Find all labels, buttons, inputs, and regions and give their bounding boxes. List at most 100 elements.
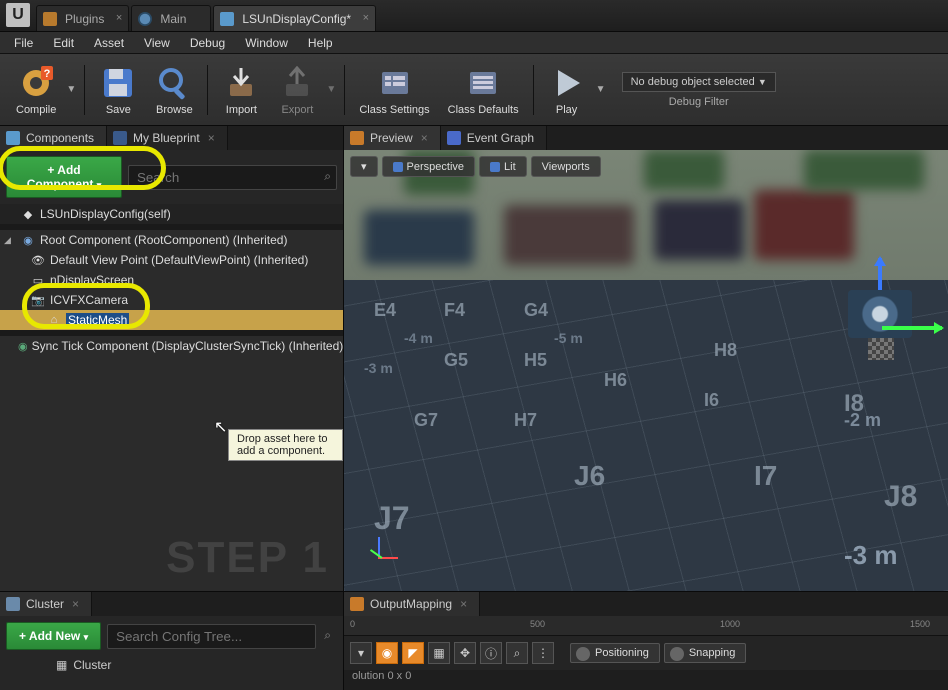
tree-ndisplay-screen[interactable]: ▭nDisplayScreen [0,270,343,290]
more-button[interactable]: ⋮ [532,642,554,664]
browse-button[interactable]: Browse [147,60,201,120]
tree-default-view[interactable]: 👁Default View Point (DefaultViewPoint) (… [0,250,343,270]
debug-object-selector[interactable]: No debug object selected ▼ [622,72,776,92]
gear-question-icon: ? [17,64,55,102]
add-new-button[interactable]: + Add New ▾ [6,622,101,650]
export-icon [278,64,316,102]
output-mapping-panel: OutputMapping× 0 500 1000 1500 ▾ ◉ ◤ ▦ ✥… [344,592,948,690]
tab-preview[interactable]: Preview× [344,126,441,150]
chevron-down-icon: ▾ [361,160,367,173]
tool-label: Class Defaults [448,104,519,116]
viewport-3d[interactable]: E4 F4 G4 H5 G5 H6 I6 J6 G7 H7 I7 J7 H8 I… [344,150,948,591]
close-icon[interactable]: × [363,12,369,24]
menu-asset[interactable]: Asset [86,33,132,53]
chevron-down-icon[interactable]: ▼ [596,84,608,95]
left-panel: Components My Blueprint × + Add Componen… [0,126,344,591]
cluster-panel: Cluster× + Add New ▾ ⌕ ▦Cluster [0,592,344,690]
chevron-down-icon: ▾ [97,180,102,190]
toolbar-separator [344,65,345,115]
cube-icon [393,162,403,172]
tree-icvfx-camera[interactable]: 📷ICVFXCamera [0,290,343,310]
tab-components[interactable]: Components [0,126,107,150]
viewport-camera-gizmo[interactable] [840,280,920,360]
tool-label: Class Settings [359,104,429,116]
preview-icon [350,131,364,145]
save-button[interactable]: Save [91,60,145,120]
export-button[interactable]: Export [270,60,324,120]
sphere-icon [490,162,500,172]
tab-my-blueprint[interactable]: My Blueprint × [107,126,228,150]
class-settings-button[interactable]: Class Settings [351,60,437,120]
menu-edit[interactable]: Edit [45,33,82,53]
chevron-down-icon: ▾ [84,632,89,642]
tab-event-graph[interactable]: Event Graph [441,126,547,150]
close-icon[interactable]: × [460,597,467,611]
tree-sync-tick[interactable]: ◉Sync Tick Component (DisplayClusterSync… [0,336,343,356]
graph-icon [447,131,461,145]
axis-z-arrow[interactable] [878,258,882,294]
snapping-button[interactable]: Snapping [664,643,747,663]
tab-plugins[interactable]: Plugins × [36,5,129,31]
viewport-panel: Preview× Event Graph E4 F4 G4 H5 [344,126,948,591]
step-annotation: STEP 1 [166,533,329,583]
viewports-button[interactable]: Viewports [531,156,601,177]
viewport-menu-button[interactable]: ▾ [350,156,378,177]
chevron-down-icon[interactable]: ▼ [326,84,338,95]
positioning-button[interactable]: Positioning [570,643,660,663]
expand-icon[interactable]: ◢ [4,235,16,246]
menu-help[interactable]: Help [300,33,341,53]
class-defaults-button[interactable]: Class Defaults [440,60,527,120]
tool-label: Import [226,104,257,116]
mesh-icon: ⌂ [46,313,62,327]
svg-text:?: ? [44,68,51,80]
perspective-button[interactable]: Perspective [382,156,475,177]
menu-window[interactable]: Window [237,33,296,53]
viewport-tab-row: Preview× Event Graph [344,126,948,150]
actor-icon: ◆ [20,207,36,221]
add-component-button[interactable]: + Add Component ▾ [6,156,122,198]
tab-cluster[interactable]: Cluster× [0,592,92,616]
tool-label: Browse [156,104,193,116]
titlebar: U Plugins × Main LSUnDisplayConfig* × [0,0,948,32]
world-icon [138,12,152,26]
tree-root-component[interactable]: ◢◉Root Component (RootComponent) (Inheri… [0,230,343,250]
play-button[interactable]: Play [540,60,594,120]
cluster-item[interactable]: ▦Cluster [0,656,343,674]
components-tree[interactable]: ◆LSUnDisplayConfig(self) ◢◉Root Componen… [0,204,343,591]
compile-button[interactable]: ? Compile [8,60,64,120]
chevron-down-icon[interactable]: ▼ [66,84,78,95]
lit-mode-button[interactable]: Lit [479,156,527,177]
zoom-button[interactable]: ◉ [376,642,398,664]
close-icon[interactable]: × [421,131,428,145]
tool-label: Compile [16,104,56,116]
axis-x-arrow[interactable] [882,326,942,330]
screen-icon: ▭ [30,273,46,287]
menu-debug[interactable]: Debug [182,33,233,53]
tab-label: Plugins [65,12,104,26]
import-button[interactable]: Import [214,60,268,120]
tab-output-mapping[interactable]: OutputMapping× [344,592,480,616]
move-button[interactable]: ✥ [454,642,476,664]
close-icon[interactable]: × [116,12,122,24]
menubar: File Edit Asset View Debug Window Help [0,32,948,54]
tree-static-mesh[interactable]: ⌂StaticMesh [0,310,343,330]
floppy-icon [99,64,137,102]
info-button[interactable]: ⓘ [480,642,502,664]
close-icon[interactable]: × [72,597,79,611]
search-button[interactable]: ⌕ [506,642,528,664]
toolbar-separator [533,65,534,115]
select-button[interactable]: ◤ [402,642,424,664]
chevron-down-icon: ▼ [758,77,767,87]
unreal-logo: U [6,3,30,27]
components-search-input[interactable] [128,165,337,190]
tree-self[interactable]: ◆LSUnDisplayConfig(self) [0,204,343,224]
menu-view[interactable]: View [136,33,178,53]
tab-main[interactable]: Main [131,5,211,31]
output-status: olution 0 x 0 [344,670,948,682]
tab-displayconfig[interactable]: LSUnDisplayConfig* × [213,5,376,31]
close-icon[interactable]: × [208,131,215,145]
menu-file[interactable]: File [6,33,41,53]
grid-button[interactable]: ▦ [428,642,450,664]
cluster-search-input[interactable] [107,624,316,649]
dropdown-button[interactable]: ▾ [350,642,372,664]
